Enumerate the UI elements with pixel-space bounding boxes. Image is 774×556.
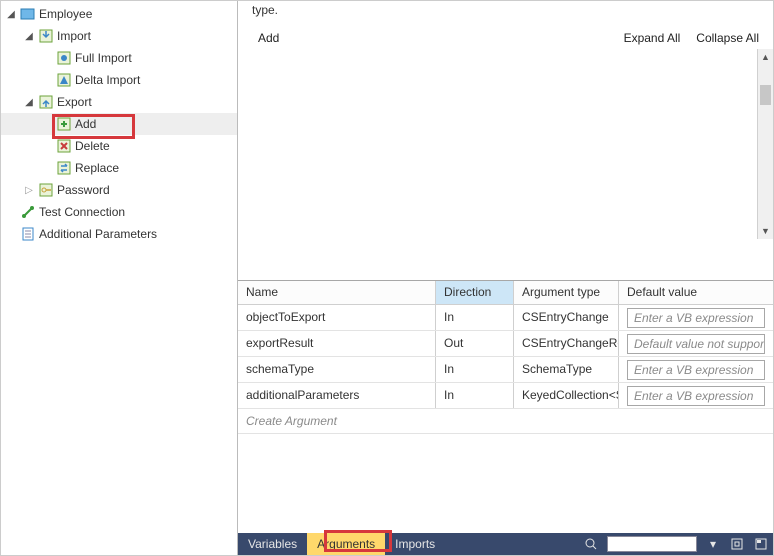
caret-right-icon[interactable]: ▷	[23, 185, 35, 196]
tree-item-password[interactable]: ▷ Password	[1, 179, 237, 201]
password-icon	[38, 182, 54, 198]
arguments-body: objectToExport In CSEntryChange Enter a …	[238, 305, 773, 434]
col-header-name[interactable]: Name	[238, 281, 436, 304]
argument-row[interactable]: additionalParameters In KeyedCollection<…	[238, 383, 773, 409]
arg-default-cell[interactable]: Default value not suppor	[619, 331, 773, 356]
parameters-icon	[20, 226, 36, 242]
arguments-header: Name Direction Argument type Default val…	[238, 281, 773, 305]
vertical-scrollbar[interactable]: ▲ ▼	[757, 49, 773, 239]
search-input[interactable]	[607, 536, 697, 552]
delta-import-icon	[56, 72, 72, 88]
tree-label: Add	[75, 117, 96, 131]
caret-down-icon[interactable]: ◢	[23, 97, 35, 108]
arg-default-cell[interactable]: Enter a VB expression	[619, 383, 773, 408]
tree-item-delete[interactable]: · Delete	[1, 135, 237, 157]
tree-item-export[interactable]: ◢ Export	[1, 91, 237, 113]
tree-item-import[interactable]: ◢ Import	[1, 25, 237, 47]
tree-item-add[interactable]: · Add	[1, 113, 237, 135]
tree-label: Delete	[75, 139, 110, 153]
tree-label: Delta Import	[75, 73, 140, 87]
collapse-all-link[interactable]: Collapse All	[696, 31, 759, 45]
tree-label: Test Connection	[39, 205, 125, 219]
arg-name-cell[interactable]: schemaType	[238, 357, 436, 382]
overview-icon[interactable]	[749, 533, 773, 555]
activity-title[interactable]: Add	[258, 31, 279, 45]
scroll-thumb[interactable]	[760, 85, 771, 105]
expand-all-link[interactable]: Expand All	[624, 31, 681, 45]
search-icon[interactable]	[579, 533, 603, 555]
tree-item-full-import[interactable]: · Full Import	[1, 47, 237, 69]
designer-pane: type. Add Expand All Collapse All ▲ ▼ Na…	[238, 1, 773, 555]
tree-label: Export	[57, 95, 92, 109]
activity-header: Add Expand All Collapse All	[238, 27, 773, 49]
arg-name-cell[interactable]: exportResult	[238, 331, 436, 356]
col-header-type[interactable]: Argument type	[514, 281, 619, 304]
arguments-panel: Name Direction Argument type Default val…	[238, 280, 773, 533]
tab-arguments[interactable]: Arguments	[307, 533, 385, 555]
arg-type-cell[interactable]: KeyedCollection<S	[514, 383, 619, 408]
tab-imports[interactable]: Imports	[385, 533, 445, 555]
arg-direction-cell[interactable]: In	[436, 305, 514, 330]
full-import-icon	[56, 50, 72, 66]
arg-direction-cell[interactable]: Out	[436, 331, 514, 356]
test-connection-icon	[20, 204, 36, 220]
tree-item-replace[interactable]: · Replace	[1, 157, 237, 179]
argument-row[interactable]: schemaType In SchemaType Enter a VB expr…	[238, 357, 773, 383]
arg-name-cell[interactable]: objectToExport	[238, 305, 436, 330]
add-icon	[56, 116, 72, 132]
zoom-dropdown-icon[interactable]: ▾	[701, 533, 725, 555]
tree-pane: ◢ Employee ◢ Import · Full Import · Delt…	[1, 1, 238, 555]
tree-label: Additional Parameters	[39, 227, 157, 241]
export-icon	[38, 94, 54, 110]
arg-default-cell[interactable]: Enter a VB expression	[619, 305, 773, 330]
arg-type-cell[interactable]: CSEntryChangeRes	[514, 331, 619, 356]
truncated-text: type.	[238, 1, 773, 27]
tree-label: Replace	[75, 161, 119, 175]
argument-row[interactable]: objectToExport In CSEntryChange Enter a …	[238, 305, 773, 331]
arg-direction-cell[interactable]: In	[436, 357, 514, 382]
arg-name-cell[interactable]: additionalParameters	[238, 383, 436, 408]
tab-variables[interactable]: Variables	[238, 533, 307, 555]
caret-down-icon[interactable]: ◢	[5, 9, 17, 20]
scroll-down-icon[interactable]: ▼	[758, 223, 773, 239]
tree-item-delta-import[interactable]: · Delta Import	[1, 69, 237, 91]
tree-label: Import	[57, 29, 91, 43]
create-argument-row[interactable]: Create Argument	[238, 409, 773, 434]
argument-row[interactable]: exportResult Out CSEntryChangeRes Defaul…	[238, 331, 773, 357]
fit-to-screen-icon[interactable]	[725, 533, 749, 555]
arg-direction-cell[interactable]: In	[436, 383, 514, 408]
tree-item-additional-params[interactable]: · Additional Parameters	[1, 223, 237, 245]
arg-type-cell[interactable]: SchemaType	[514, 357, 619, 382]
arg-type-cell[interactable]: CSEntryChange	[514, 305, 619, 330]
folder-icon	[20, 6, 36, 22]
tree-label: Password	[57, 183, 110, 197]
bottom-tab-bar: Variables Arguments Imports ▾	[238, 533, 773, 555]
tree-item-employee[interactable]: ◢ Employee	[1, 3, 237, 25]
import-icon	[38, 28, 54, 44]
col-header-default[interactable]: Default value	[619, 281, 773, 304]
tree-item-test-connection[interactable]: · Test Connection	[1, 201, 237, 223]
col-header-direction[interactable]: Direction	[436, 281, 514, 304]
delete-icon	[56, 138, 72, 154]
tree-label: Employee	[39, 7, 92, 21]
arg-default-cell[interactable]: Enter a VB expression	[619, 357, 773, 382]
tree-label: Full Import	[75, 51, 132, 65]
scroll-up-icon[interactable]: ▲	[758, 49, 773, 65]
replace-icon	[56, 160, 72, 176]
caret-down-icon[interactable]: ◢	[23, 31, 35, 42]
